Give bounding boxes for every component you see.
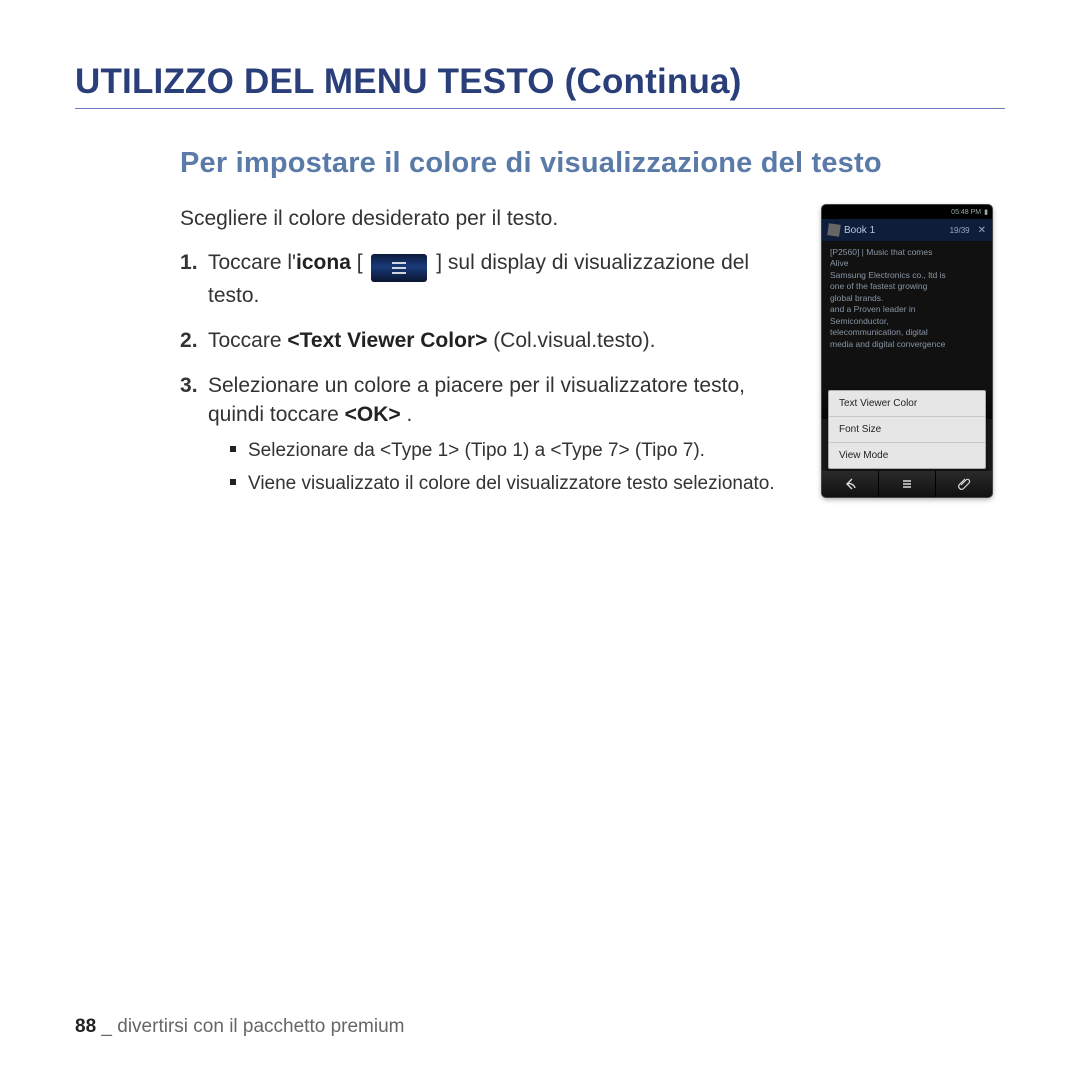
device-book-title: Book 1 [844,225,875,236]
content-line: and a Proven leader in [830,304,984,315]
step-1: Toccare l'icona [ ] sul display di visua… [180,249,800,311]
step2-part-a: Toccare [208,329,287,352]
bullet-1: Selezionare da <Type 1> (Tipo 1) a <Type… [230,438,800,464]
step1-part-a: Toccare l' [208,251,296,274]
section-heading: Per impostare il colore di visualizzazio… [180,147,1005,180]
page-title: UTILIZZO DEL MENU TESTO (Continua) [75,62,1005,102]
device-statusbar: 05:48 PM ▮ [822,205,992,219]
device-menu-icon[interactable] [879,471,936,497]
step2-bold: <Text Viewer Color> [287,329,487,352]
title-rule [75,108,1005,109]
content-line: Alive [830,258,984,269]
step3-part-a: Selezionare un colore a piacere per il v… [208,374,745,426]
step3-bold: <OK> [345,403,401,426]
content-line: Samsung Electronics co., ltd is [830,270,984,281]
step1-open-bracket: [ [351,251,363,274]
device-attach-icon[interactable] [936,471,992,497]
step-3: Selezionare un colore a piacere per il v… [180,372,800,497]
menu-item-text-viewer-color[interactable]: Text Viewer Color [829,391,985,417]
content-line: telecommunication, digital [830,327,984,338]
intro-text: Scegliere il colore desiderato per il te… [180,205,800,234]
step2-part-c: (Col.visual.testo). [487,329,655,352]
content-line: one of the fastest growing [830,281,984,292]
step3-part-c: . [401,403,413,426]
bullet-2: Viene visualizzato il colore del visuali… [230,471,800,497]
device-back-icon[interactable] [822,471,879,497]
device-status-time: 05:48 PM [951,209,981,216]
device-screenshot: 05:48 PM ▮ Book 1 19/39 ✕ [P2560] | Musi… [822,205,992,497]
content-line: [P2560] | Music that comes [830,247,984,258]
device-battery-icon: ▮ [984,208,988,216]
device-titlebar: Book 1 19/39 ✕ [822,219,992,241]
page-number: 88 [75,1016,96,1037]
content-line: Semiconductor, [830,316,984,327]
content-line: global brands. [830,293,984,304]
device-close-icon: ✕ [978,225,986,236]
device-page-indicator: 19/39 [950,226,970,235]
content-line: media and digital convergence [830,339,984,350]
device-popup-menu: Text Viewer Color Font Size View Mode [828,390,986,469]
book-icon [827,223,841,237]
step-2: Toccare <Text Viewer Color> (Col.visual.… [180,327,800,356]
device-bottom-bar [822,471,992,497]
menu-item-font-size[interactable]: Font Size [829,417,985,443]
footer-chapter: divertirsi con il pacchetto premium [117,1016,404,1037]
footer-sep: _ [96,1016,117,1037]
step1-icona-word: icona [296,251,351,274]
page-footer: 88 _ divertirsi con il pacchetto premium [75,1016,404,1038]
menu-icon [371,254,427,282]
menu-item-view-mode[interactable]: View Mode [829,443,985,468]
